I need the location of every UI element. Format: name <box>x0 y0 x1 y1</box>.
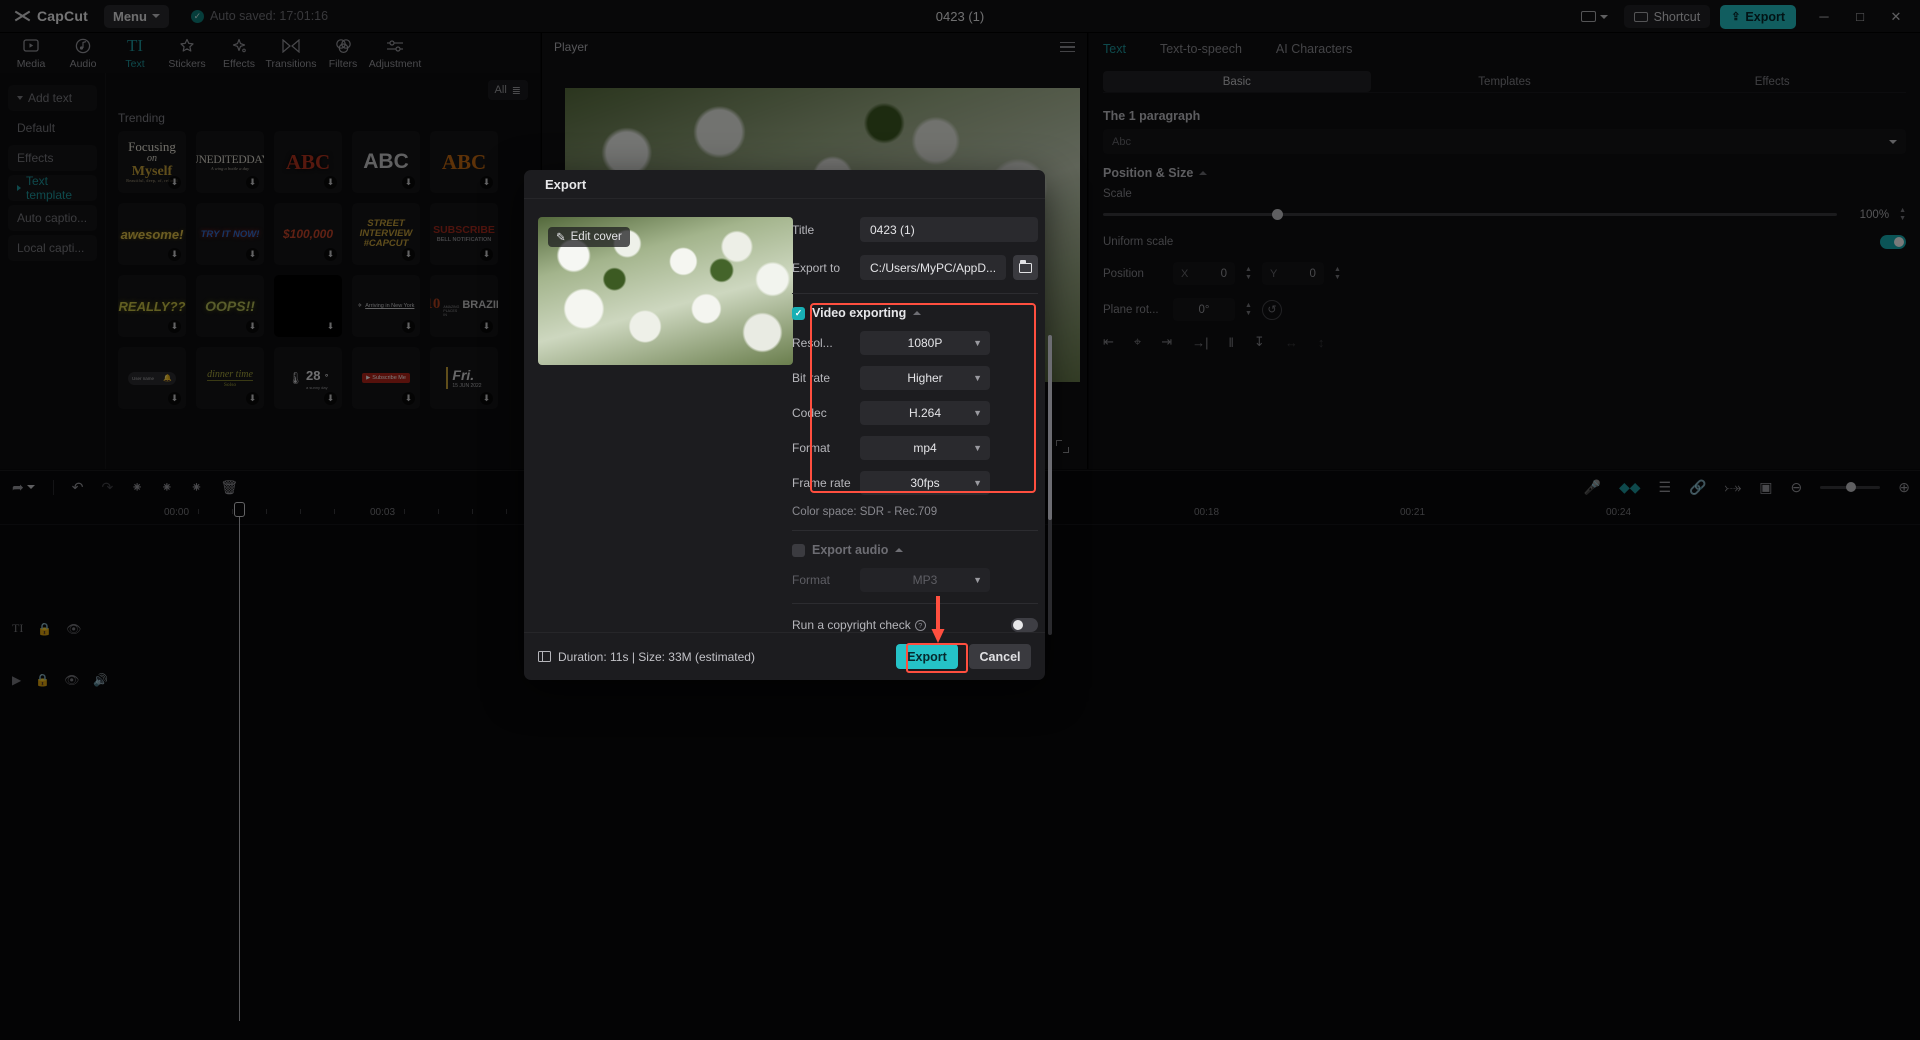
footer-buttons: Export Cancel <box>896 644 1031 670</box>
export-audio-label: Export audio <box>812 543 889 558</box>
chevron-down-icon: ▼ <box>973 443 982 454</box>
export-to-input[interactable]: C:/Users/MyPC/AppD... <box>860 255 1007 281</box>
bitrate-select[interactable]: Higher ▼ <box>860 366 990 391</box>
capcut-window: CapCut Menu ✓ Auto saved: 17:01:16 0423 … <box>0 0 1920 1040</box>
audio-format-row: Format MP3 ▼ <box>792 568 1038 593</box>
codec-value: H.264 <box>908 406 942 421</box>
framerate-value: 30fps <box>910 476 940 491</box>
chevron-down-icon: ▼ <box>973 373 982 384</box>
resolution-select[interactable]: 1080P ▼ <box>860 331 990 356</box>
resolution-label: Resol... <box>792 336 833 351</box>
resolution-value: 1080P <box>907 336 943 351</box>
video-exporting-checkbox[interactable]: ✓ <box>792 306 805 320</box>
codec-label: Codec <box>792 406 827 421</box>
duration-info: Duration: 11s | Size: 33M (estimated) <box>538 650 755 664</box>
video-exporting-label: Video exporting <box>812 306 907 321</box>
audio-format-select[interactable]: MP3 ▼ <box>860 568 990 593</box>
copyright-label-wrap: Run a copyright check ? <box>792 618 926 632</box>
color-space-text: Color space: SDR - Rec.709 <box>792 506 938 519</box>
copyright-check-row: Run a copyright check ? <box>792 618 1039 633</box>
form-divider <box>792 603 1039 605</box>
bitrate-value: Higher <box>907 371 943 386</box>
audio-format-label: Format <box>792 573 831 588</box>
chevron-down-icon: ▼ <box>973 338 982 349</box>
form-divider <box>792 530 1039 532</box>
chevron-down-icon: ▼ <box>973 408 982 419</box>
resolution-row: Resol... 1080P ▼ <box>792 331 1038 356</box>
codec-row: Codec H.264 ▼ <box>792 401 1038 426</box>
audio-format-value: MP3 <box>912 573 938 588</box>
export-dialog: Export ✎ Edit cover Title 0423 (1) Expor <box>524 170 1053 680</box>
framerate-label: Frame rate <box>792 476 851 491</box>
bitrate-label: Bit rate <box>792 371 831 386</box>
pencil-icon: ✎ <box>556 232 566 245</box>
info-icon[interactable]: ? <box>914 619 926 631</box>
dialog-scrollbar[interactable] <box>1048 335 1053 636</box>
edit-cover-label: Edit cover <box>570 231 622 244</box>
export-to-row: Export to C:/Users/MyPC/AppD... <box>792 255 1039 281</box>
folder-icon <box>1019 260 1033 273</box>
format-select[interactable]: mp4 ▼ <box>860 436 990 461</box>
format-value: mp4 <box>913 441 937 456</box>
cover-preview-section: ✎ Edit cover <box>524 217 793 632</box>
export-dialog-footer: Duration: 11s | Size: 33M (estimated) Ex… <box>524 632 1045 680</box>
chevron-up-icon <box>895 548 904 553</box>
framerate-select[interactable]: 30fps ▼ <box>860 471 990 496</box>
export-to-label: Export to <box>792 260 841 275</box>
export-dialog-body: ✎ Edit cover Title 0423 (1) Export to C:… <box>524 199 1053 636</box>
chevron-down-icon: ▼ <box>973 478 982 489</box>
copyright-label: Run a copyright check <box>792 618 911 633</box>
edit-cover-button[interactable]: ✎ Edit cover <box>548 227 630 248</box>
title-input[interactable]: 0423 (1) <box>860 217 1039 243</box>
chevron-up-icon <box>913 311 922 316</box>
cancel-button[interactable]: Cancel <box>969 644 1031 670</box>
scrollbar-thumb[interactable] <box>1048 335 1053 521</box>
title-label: Title <box>792 222 815 237</box>
title-row: Title 0423 (1) <box>792 217 1039 243</box>
export-audio-checkbox[interactable] <box>792 543 805 557</box>
chevron-down-icon: ▼ <box>973 575 982 586</box>
format-label: Format <box>792 441 831 456</box>
bitrate-row: Bit rate Higher ▼ <box>792 366 1038 391</box>
export-form: Title 0423 (1) Export to C:/Users/MyPC/A… <box>792 217 1060 636</box>
cover-image: ✎ Edit cover <box>538 217 793 366</box>
form-divider <box>792 293 1039 295</box>
video-exporting-header[interactable]: ✓ Video exporting <box>792 306 1038 320</box>
film-icon <box>538 651 551 663</box>
framerate-row: Frame rate 30fps ▼ <box>792 471 1038 496</box>
export-confirm-button[interactable]: Export <box>896 644 958 670</box>
export-audio-header[interactable]: Export audio <box>792 543 1038 557</box>
browse-folder-button[interactable] <box>1013 255 1039 281</box>
format-row: Format mp4 ▼ <box>792 436 1038 461</box>
copyright-toggle[interactable] <box>1011 618 1039 633</box>
export-dialog-title: Export <box>524 170 1045 200</box>
codec-select[interactable]: H.264 ▼ <box>860 401 990 426</box>
duration-text: Duration: 11s | Size: 33M (estimated) <box>558 649 755 664</box>
